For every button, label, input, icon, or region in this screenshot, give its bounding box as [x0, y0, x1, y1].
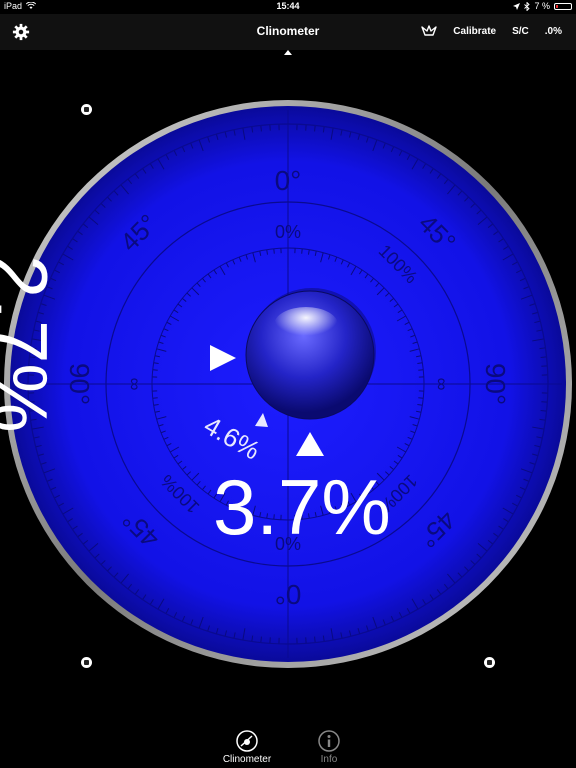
inner-tick-mark — [301, 248, 303, 254]
info-icon — [318, 730, 340, 752]
inner-tick-mark — [152, 369, 158, 371]
inner-tick-mark — [418, 369, 424, 371]
inner-tick-mark — [273, 248, 275, 254]
tab-bar: Clinometer Info — [0, 718, 576, 768]
clinometer-tab-icon — [236, 730, 258, 752]
inner-tick-mark — [152, 397, 158, 399]
degree-label-bottom: 0° — [275, 579, 302, 610]
lock-top-left-icon[interactable] — [81, 104, 92, 115]
inner-tick-mark — [418, 397, 424, 399]
degree-label-right: 90° — [480, 363, 511, 405]
sound-icon[interactable] — [81, 657, 92, 668]
tick-mark — [260, 125, 262, 132]
infinity-mark-right: ∞ — [432, 378, 452, 391]
tab-clinometer[interactable]: Clinometer — [207, 730, 287, 765]
degree-label-top: 0° — [275, 165, 302, 196]
percent-label-top: 0% — [275, 222, 301, 242]
tab-info-label: Info — [320, 754, 338, 765]
vertical-reading: 2.7% — [0, 255, 64, 433]
clinometer-dial: 0° 0° 90° 90° 45° 45° 45° 45° 0% 0% 100%… — [4, 100, 572, 668]
degree-label-left: 90° — [64, 363, 95, 405]
tick-mark — [260, 636, 262, 643]
tab-clinometer-label: Clinometer — [222, 754, 272, 765]
bubble-highlight — [274, 307, 338, 343]
tick-mark — [540, 356, 547, 358]
tick-mark — [314, 636, 316, 643]
tick-mark — [540, 410, 547, 412]
horizontal-reading: 3.7% — [213, 463, 391, 551]
tab-info[interactable]: Info — [289, 730, 369, 765]
infinity-mark-left: ∞ — [125, 378, 145, 391]
lock-icon[interactable] — [484, 657, 495, 668]
tick-mark — [314, 125, 316, 132]
